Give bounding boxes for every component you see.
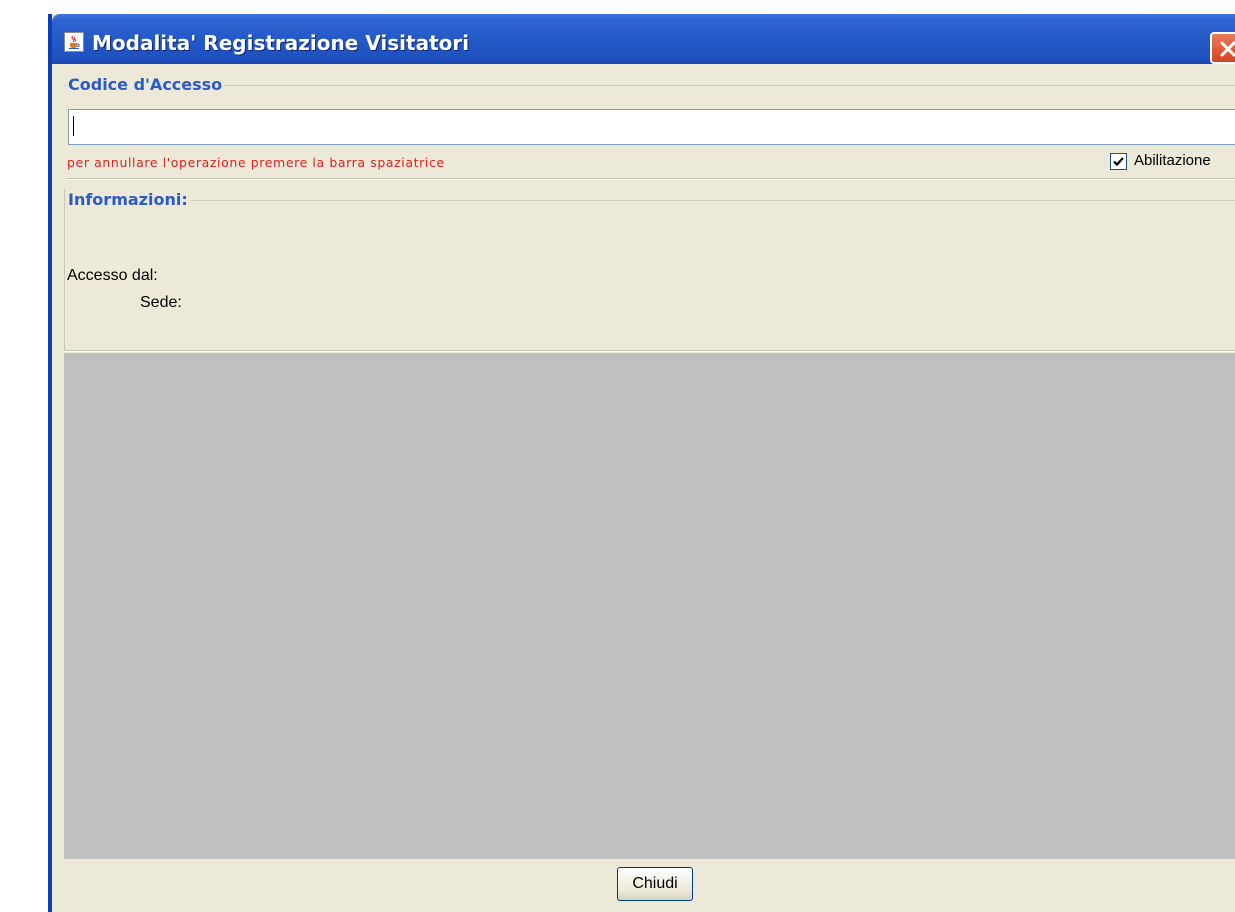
access-code-group-title: Codice d'Accesso: [66, 75, 225, 94]
abilitazione-label[interactable]: Abilitazione: [1134, 152, 1211, 169]
checkmark-icon: [1113, 157, 1124, 167]
chiudi-button[interactable]: Chiudi: [617, 867, 693, 901]
abilitazione-checkbox[interactable]: [1110, 153, 1127, 170]
info-group-title: Informazioni:: [66, 190, 190, 209]
title-bar[interactable]: Modalita' Registrazione Visitatori: [52, 14, 1235, 64]
info-group-left-border: [64, 189, 65, 351]
info-group-bottom-border: [64, 350, 1235, 352]
window-title: Modalita' Registrazione Visitatori: [92, 31, 470, 55]
cancel-hint-text: per annullare l'operazione premere la ba…: [67, 155, 445, 170]
access-code-group-border: [64, 85, 1235, 86]
sede-label: Sede:: [140, 294, 182, 311]
text-caret: [73, 116, 74, 136]
java-cup-icon: [64, 32, 84, 52]
accesso-dal-label: Accesso dal:: [67, 267, 158, 284]
close-window-button[interactable]: [1210, 32, 1235, 64]
access-code-input[interactable]: [68, 109, 1235, 145]
visitor-content-area: [64, 353, 1235, 859]
visitor-registration-window: Modalita' Registrazione Visitatori Codic…: [48, 14, 1235, 912]
info-group-border: [64, 200, 1235, 201]
group-separator: [66, 178, 1235, 180]
close-icon: [1220, 41, 1235, 57]
